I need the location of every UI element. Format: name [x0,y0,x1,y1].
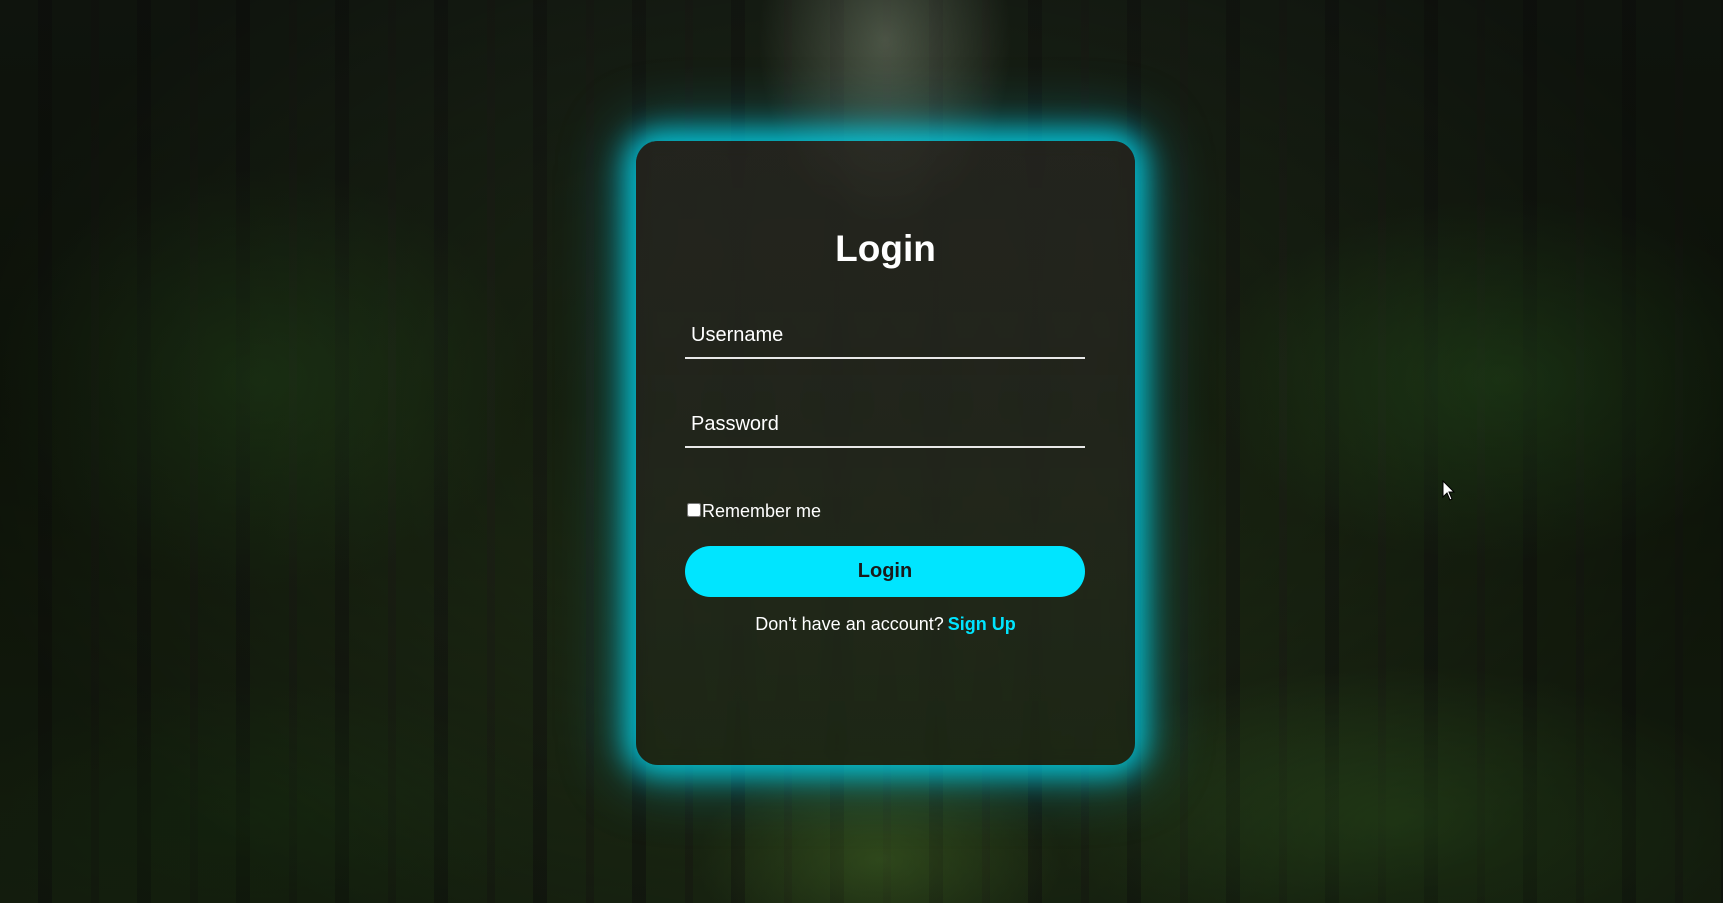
signup-prompt-text: Don't have an account? [755,614,944,634]
login-title: Login [835,228,936,269]
login-button[interactable]: Login [685,546,1085,597]
mouse-pointer-icon [1442,480,1456,501]
remember-me-checkbox[interactable] [687,502,701,517]
remember-me[interactable]: Remember me [685,501,821,522]
password-input[interactable] [685,402,1085,446]
username-field[interactable] [685,313,1085,359]
password-field[interactable] [685,402,1085,448]
username-input[interactable] [685,313,1085,357]
login-card: Login Remember me Login Don't have an ac… [636,141,1135,765]
remember-me-label: Remember me [702,501,822,521]
signup-link[interactable]: Sign Up [948,614,1016,634]
signup-prompt: Don't have an account? Sign Up [636,614,1135,635]
